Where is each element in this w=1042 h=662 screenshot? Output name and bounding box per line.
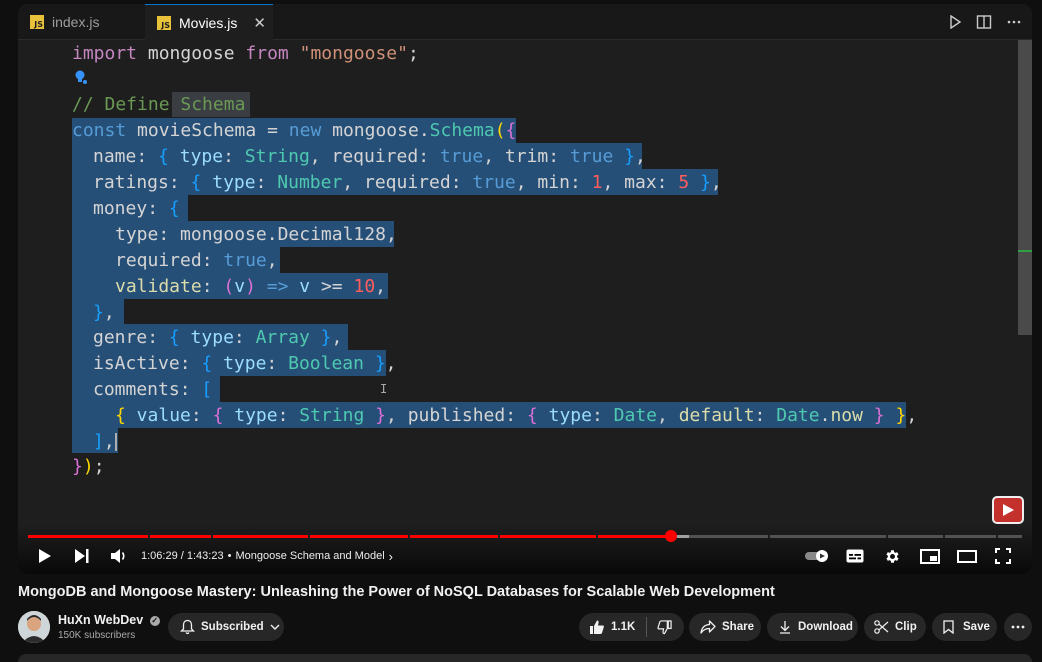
code-line-isactive: isActive: { type: Boolean }, xyxy=(93,353,397,374)
more-options-button[interactable] xyxy=(1004,613,1032,641)
download-button[interactable]: Download xyxy=(767,613,858,641)
video-player[interactable]: JS index.js JS Movies.js ✕ import mongoo… xyxy=(18,4,1032,574)
theater-mode-button[interactable] xyxy=(957,546,977,566)
video-title: MongoDB and Mongoose Mastery: Unleashing… xyxy=(18,584,775,600)
code-editor[interactable]: import mongoose from "mongoose"; // Defi… xyxy=(18,40,1018,520)
code-line-ratings: ratings: { type: Number, required: true,… xyxy=(93,172,722,193)
code-line-comments: comments: [ xyxy=(93,379,213,400)
code-line-close-money: }, xyxy=(93,302,115,323)
like-count[interactable]: 1.1K xyxy=(611,621,635,633)
next-button[interactable] xyxy=(74,546,90,566)
code-line-genre: genre: { type: Array }, xyxy=(93,327,343,348)
share-button[interactable]: Share xyxy=(689,613,761,641)
subscribed-label: Subscribed xyxy=(201,621,264,633)
editor-scrollbar[interactable] xyxy=(1018,40,1032,335)
autoplay-toggle[interactable] xyxy=(804,546,830,566)
bell-icon xyxy=(180,619,195,635)
text-cursor-icon: I xyxy=(380,382,388,396)
miniplayer-button[interactable] xyxy=(920,546,940,566)
avatar[interactable] xyxy=(18,611,50,643)
tab-index-js[interactable]: JS index.js xyxy=(18,4,144,40)
code-line-close-all: }); xyxy=(72,456,105,477)
code-line-import: import mongoose from "mongoose"; xyxy=(72,43,419,64)
chapter-title[interactable]: Mongoose Schema and Model xyxy=(235,550,384,562)
autoplay-icon xyxy=(805,550,828,562)
separator-dot: • xyxy=(227,550,232,562)
js-file-icon: JS xyxy=(157,15,171,30)
volume-icon xyxy=(111,549,125,563)
download-label: Download xyxy=(798,621,853,633)
fullscreen-icon xyxy=(995,548,1011,564)
run-icon[interactable] xyxy=(948,15,962,29)
code-line-value: { value: { type: String }, published: { … xyxy=(115,405,918,426)
gear-icon xyxy=(886,549,899,563)
scrollbar-marker xyxy=(1018,250,1032,252)
tab-label: index.js xyxy=(52,14,100,30)
share-label: Share xyxy=(722,621,754,633)
progress-fill xyxy=(28,535,671,538)
progress-bar[interactable] xyxy=(28,530,1022,542)
code-line-type: type: mongoose.Decimal128, xyxy=(115,224,397,245)
play-button[interactable] xyxy=(38,546,52,566)
clip-label: Clip xyxy=(895,621,917,633)
progress-knob[interactable] xyxy=(665,530,677,542)
code-line-required: required: true, xyxy=(115,250,278,271)
clip-button[interactable]: Clip xyxy=(864,613,926,641)
next-icon xyxy=(75,549,89,563)
volume-button[interactable] xyxy=(110,546,128,566)
editor-toolbar xyxy=(948,4,1022,40)
lightbulb-icon[interactable] xyxy=(74,70,88,86)
chevron-right-icon[interactable]: › xyxy=(389,549,393,564)
settings-button[interactable] xyxy=(884,546,901,566)
subtitles-icon xyxy=(846,549,864,563)
chevron-down-icon xyxy=(270,624,280,630)
verified-icon: ✓ xyxy=(149,615,160,626)
code-line-validate: validate: (v) => v >= 10, xyxy=(115,276,387,297)
time-display: 1:06:29 / 1:43:23 xyxy=(141,550,224,562)
more-horizontal-icon xyxy=(1011,625,1025,629)
js-file-icon: JS xyxy=(30,15,44,29)
thumbs-up-icon[interactable] xyxy=(589,619,605,635)
player-controls: 1:06:29 / 1:43:23 • Mongoose Schema and … xyxy=(18,524,1032,574)
share-icon xyxy=(700,620,716,634)
time-and-chapter: 1:06:29 / 1:43:23 • Mongoose Schema and … xyxy=(141,546,393,566)
fullscreen-button[interactable] xyxy=(995,546,1011,566)
code-line-name: name: { type: String, required: true, tr… xyxy=(93,146,646,167)
code-line-close-comments: ], xyxy=(93,431,117,452)
more-actions-icon[interactable] xyxy=(1006,14,1022,30)
youtube-logo-icon[interactable] xyxy=(992,496,1024,524)
split-editor-icon[interactable] xyxy=(976,14,992,30)
tab-label: Movies.js xyxy=(179,14,238,31)
thumbs-down-icon[interactable] xyxy=(657,619,672,635)
subtitles-button[interactable] xyxy=(846,546,864,566)
play-icon xyxy=(39,549,51,563)
tab-movies-js[interactable]: JS Movies.js ✕ xyxy=(145,4,273,40)
code-line-money: money: { xyxy=(93,198,180,219)
code-line-comment: // Define Schema xyxy=(72,94,246,115)
download-icon xyxy=(780,621,790,634)
bookmark-icon xyxy=(943,620,954,634)
scissors-icon xyxy=(874,620,889,634)
channel-name[interactable]: HuXn WebDev ✓ xyxy=(58,613,160,627)
save-button[interactable]: Save xyxy=(932,613,997,641)
save-label: Save xyxy=(963,621,990,633)
editor-tab-bar: JS index.js JS Movies.js ✕ xyxy=(18,4,1032,40)
theater-mode-icon xyxy=(957,549,977,563)
code-line-const: const movieSchema = new mongoose.Schema(… xyxy=(72,120,517,141)
subscriber-count: 150K subscribers xyxy=(58,630,136,641)
description-box[interactable] xyxy=(18,654,1032,662)
close-icon[interactable]: ✕ xyxy=(253,14,266,32)
subscribed-button[interactable]: Subscribed xyxy=(168,613,284,641)
like-dislike-group: 1.1K xyxy=(579,613,684,641)
miniplayer-icon xyxy=(920,548,940,564)
